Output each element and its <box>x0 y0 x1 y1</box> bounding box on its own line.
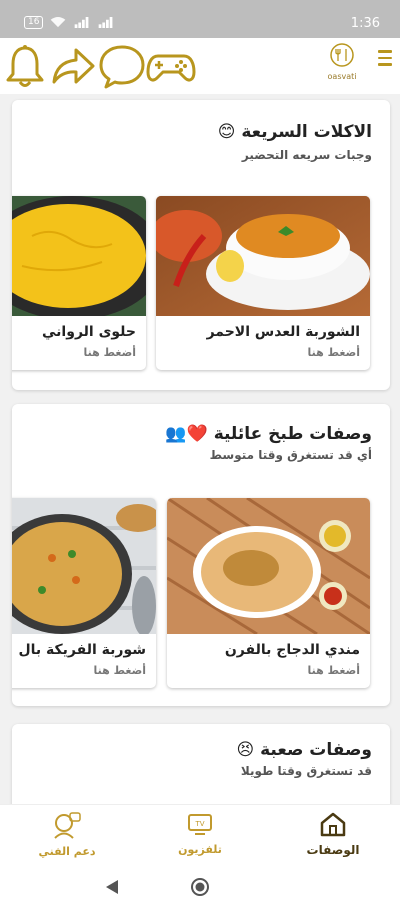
nav-label: دعم الفني <box>38 845 96 858</box>
nav-support[interactable]: دعم الفني <box>22 811 112 858</box>
gamepad-icon[interactable] <box>146 44 196 90</box>
system-navigation-bar <box>0 864 400 911</box>
section-subtitle: وجبات سريعه التحضير <box>241 148 372 162</box>
top-toolbar: oasvati <box>0 38 400 94</box>
signal-icon-2 <box>99 17 113 28</box>
revani-cake-image <box>12 196 146 316</box>
card-cta[interactable]: أضغط هنا <box>308 664 360 677</box>
section-hard-recipes: وصفات صعبة 😣 قد تستغرق وقتا طويلا <box>12 724 390 804</box>
clock: 1:36 <box>350 16 380 31</box>
home-button-icon[interactable] <box>190 877 210 897</box>
chat-icon[interactable] <box>98 44 146 90</box>
signal-icon <box>75 17 89 28</box>
section-subtitle: قد تستغرق وقتا طويلا <box>240 764 372 778</box>
support-icon <box>54 812 81 839</box>
section-title: وصفات صعبة 😣 <box>236 740 372 760</box>
recipe-card[interactable]: حلوى الرواني أضغط هنا <box>12 196 146 370</box>
recipe-card[interactable]: الشوربة العدس الاحمر أضغط هنا <box>156 196 370 370</box>
tv-icon: TV <box>188 814 212 835</box>
smile-emoji-icon: 😊 <box>217 122 236 142</box>
lentil-soup-image <box>156 196 370 316</box>
nav-label: تلفزيون <box>178 843 222 856</box>
chicken-mandi-image <box>167 498 370 634</box>
section-title: وصفات طبخ عائلية ❤️👥 <box>165 424 372 444</box>
section-title: الاكلات السريعة 😊 <box>217 122 372 142</box>
wifi-icon <box>51 17 66 28</box>
tv-icon-text: TV <box>194 820 204 828</box>
recipe-card[interactable]: شوربة الفريكة بال أضغط هنا <box>12 498 156 688</box>
card-title: مندي الدجاج بالفرن <box>224 642 360 658</box>
nav-recipes[interactable]: الوصفات <box>288 811 378 857</box>
recipe-card[interactable]: مندي الدجاج بالفرن أضغط هنا <box>167 498 370 688</box>
menu-icon[interactable] <box>378 50 392 70</box>
card-cta[interactable]: أضغط هنا <box>94 664 146 677</box>
heart-people-emoji-icon: ❤️👥 <box>165 424 208 444</box>
card-title: شوربة الفريكة بال <box>18 642 147 658</box>
recipes-feed[interactable]: الاكلات السريعة 😊 وجبات سريعه التحضير ال… <box>0 94 400 804</box>
card-cta[interactable]: أضغط هنا <box>84 346 136 359</box>
card-cta[interactable]: أضغط هنا <box>308 346 360 359</box>
section-subtitle: أي قد تستغرق وقتا متوسط <box>209 448 372 462</box>
share-icon[interactable] <box>50 44 96 90</box>
card-title: الشوربة العدس الاحمر <box>206 324 360 340</box>
app-logo: oasvati <box>322 42 362 81</box>
nav-tv[interactable]: TV تلفزيون <box>155 811 245 856</box>
section-quick-meals: الاكلات السريعة 😊 وجبات سريعه التحضير ال… <box>12 100 390 390</box>
persevering-face-emoji-icon: 😣 <box>236 740 255 760</box>
logo-text: oasvati <box>327 72 357 81</box>
home-icon <box>320 812 346 837</box>
bell-icon[interactable] <box>4 44 46 90</box>
card-title: حلوى الرواني <box>42 324 136 340</box>
back-icon[interactable] <box>104 878 120 896</box>
logo-emblem-icon <box>330 43 354 67</box>
status-bar: 16 1:36 <box>0 0 400 38</box>
bottom-navigation: الوصفات TV تلفزيون دعم الفني <box>0 804 400 864</box>
freekeh-soup-image <box>12 498 156 634</box>
section-family-cooking: وصفات طبخ عائلية ❤️👥 أي قد تستغرق وقتا م… <box>12 404 390 706</box>
battery-icon: 16 <box>24 16 44 29</box>
nav-label: الوصفات <box>306 843 360 857</box>
